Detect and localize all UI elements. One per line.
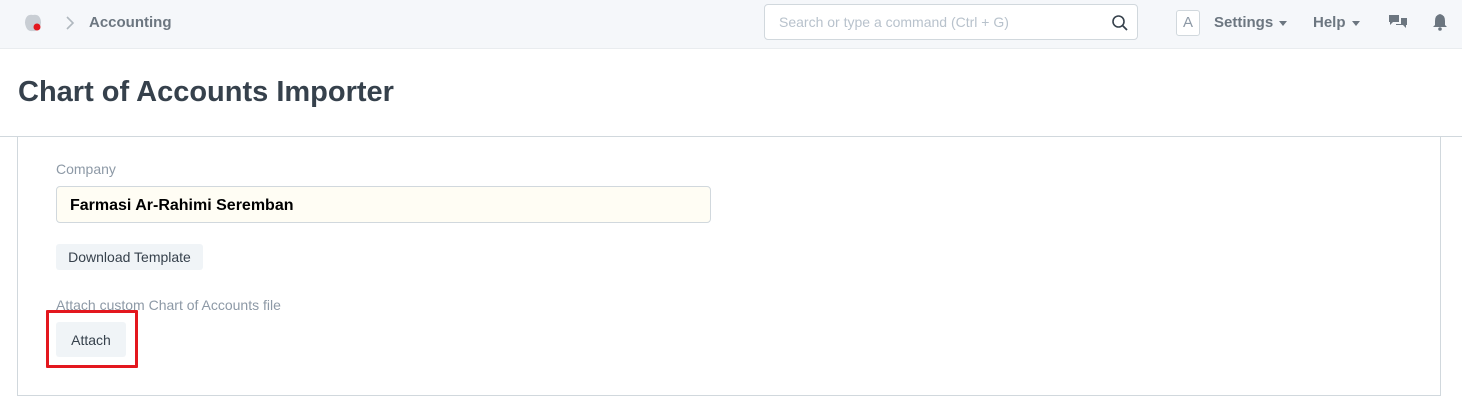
search-input[interactable]	[777, 13, 1101, 31]
caret-down-icon	[1351, 21, 1360, 26]
bell-icon[interactable]	[1432, 13, 1448, 31]
company-label: Company	[56, 161, 116, 177]
search-bar[interactable]	[764, 4, 1138, 40]
page-head: Chart of Accounts Importer	[0, 49, 1462, 137]
caret-down-icon	[1279, 21, 1288, 26]
search-icon[interactable]	[1111, 14, 1129, 32]
chat-icon[interactable]	[1388, 13, 1408, 31]
avatar[interactable]: A	[1176, 10, 1200, 36]
company-field[interactable]: Farmasi Ar-Rahimi Seremban	[56, 186, 711, 223]
form-card	[17, 137, 1441, 396]
download-template-button[interactable]: Download Template	[56, 244, 203, 270]
navbar: Accounting A Settings Help	[0, 0, 1462, 49]
highlight-box	[46, 310, 138, 368]
help-label: Help	[1313, 14, 1346, 31]
page-title: Chart of Accounts Importer	[18, 76, 394, 108]
help-dropdown[interactable]: Help	[1313, 14, 1360, 31]
settings-dropdown[interactable]: Settings	[1214, 14, 1288, 31]
settings-label: Settings	[1214, 14, 1274, 31]
breadcrumb-accounting[interactable]: Accounting	[89, 14, 172, 31]
app-logo-icon[interactable]	[22, 12, 44, 34]
chevron-right-icon	[66, 16, 75, 30]
